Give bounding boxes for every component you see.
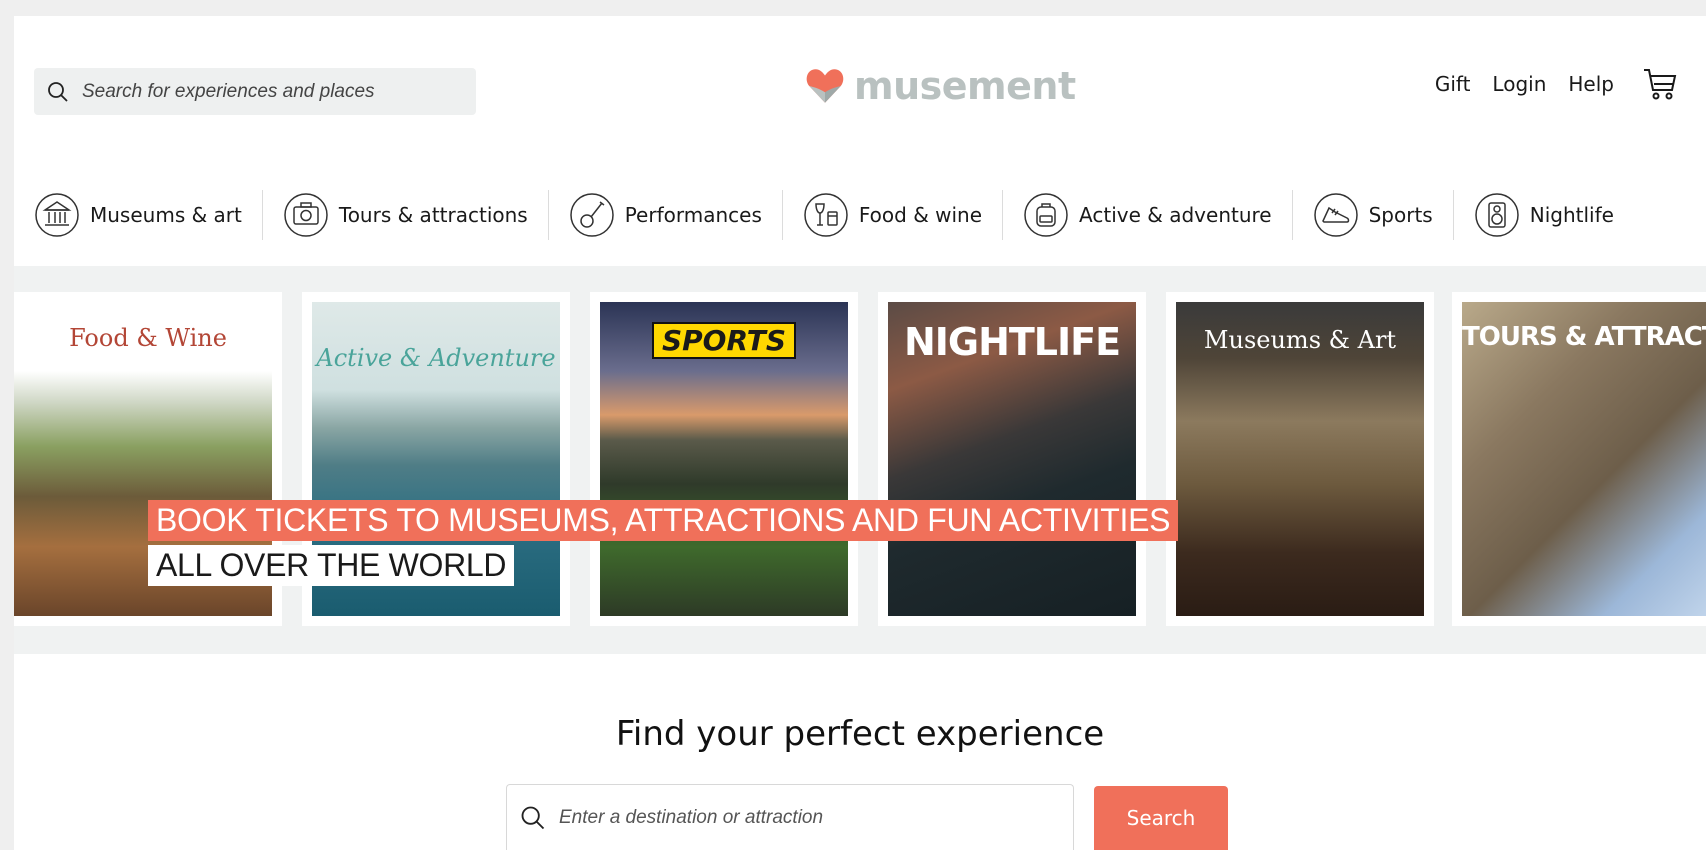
page: musement Gift Login Help Museums & art: [14, 16, 1706, 850]
logo-text: musement: [854, 64, 1076, 108]
search-icon: [48, 81, 68, 102]
speaker-icon: [1474, 193, 1519, 237]
hero-headline: BOOK TICKETS TO MUSEUMS, ATTRACTIONS AND…: [148, 500, 1179, 586]
headline-line-2: ALL OVER THE WORLD: [148, 545, 515, 586]
cart-icon[interactable]: [1640, 64, 1680, 104]
gift-link[interactable]: Gift: [1435, 72, 1471, 96]
headline-line-1: BOOK TICKETS TO MUSEUMS, ATTRACTIONS AND…: [148, 500, 1179, 541]
destination-search-input[interactable]: [559, 806, 1039, 829]
tile-label: Museums & Art: [1203, 326, 1397, 354]
category-nightlife[interactable]: Nightlife: [1474, 190, 1634, 240]
category-label: Food & wine: [858, 203, 983, 227]
tile-label: SPORTS: [651, 322, 797, 359]
tile-label: NIGHTLIFE: [903, 320, 1121, 364]
tile-tours-attractions[interactable]: TOURS & ATTRACTIONS: [1452, 292, 1706, 626]
category-performances[interactable]: Performances: [569, 190, 783, 240]
tile-label-wrap: SPORTS: [590, 322, 858, 359]
category-label: Nightlife: [1529, 203, 1614, 227]
sneaker-icon: [1313, 193, 1358, 237]
header-search-box[interactable]: [34, 68, 476, 115]
heart-logo-icon: [806, 69, 844, 103]
destination-search-box[interactable]: [506, 784, 1074, 850]
login-link[interactable]: Login: [1492, 72, 1546, 96]
category-tours[interactable]: Tours & attractions: [283, 190, 549, 240]
category-label: Active & adventure: [1079, 203, 1272, 227]
category-active-adventure[interactable]: Active & adventure: [1023, 190, 1293, 240]
tile-label: TOURS & ATTRACTIONS: [1462, 322, 1706, 352]
category-nav: Museums & art Tours & attractions Perfor…: [14, 182, 1706, 248]
logo[interactable]: musement: [804, 64, 1076, 108]
category-label: Tours & attractions: [338, 203, 528, 227]
category-label: Museums & art: [90, 203, 242, 227]
help-link[interactable]: Help: [1568, 72, 1614, 96]
top-links: Gift Login Help: [1413, 64, 1680, 104]
camera-icon: [284, 193, 328, 237]
museum-icon: [35, 193, 79, 237]
food-wine-icon: [804, 193, 848, 237]
category-museums[interactable]: Museums & art: [34, 190, 263, 240]
search-icon: [521, 806, 545, 829]
tile-museums-art[interactable]: Museums & Art: [1166, 292, 1434, 626]
category-food-wine[interactable]: Food & wine: [803, 190, 1004, 240]
category-label: Performances: [624, 203, 762, 227]
backpack-icon: [1024, 193, 1068, 237]
header: musement Gift Login Help: [14, 16, 1706, 166]
find-title: Find your perfect experience: [615, 714, 1105, 754]
hero-banner: Food & Wine Active & Adventure SPORTS NI…: [14, 266, 1706, 654]
guitar-icon: [569, 193, 614, 237]
category-sports[interactable]: Sports: [1313, 190, 1454, 240]
search-button[interactable]: Search: [1094, 786, 1228, 850]
header-search-input[interactable]: [82, 80, 462, 103]
category-label: Sports: [1368, 203, 1433, 227]
tile-label: Active & Adventure: [316, 344, 556, 372]
tile-label: Food & Wine: [69, 324, 227, 352]
